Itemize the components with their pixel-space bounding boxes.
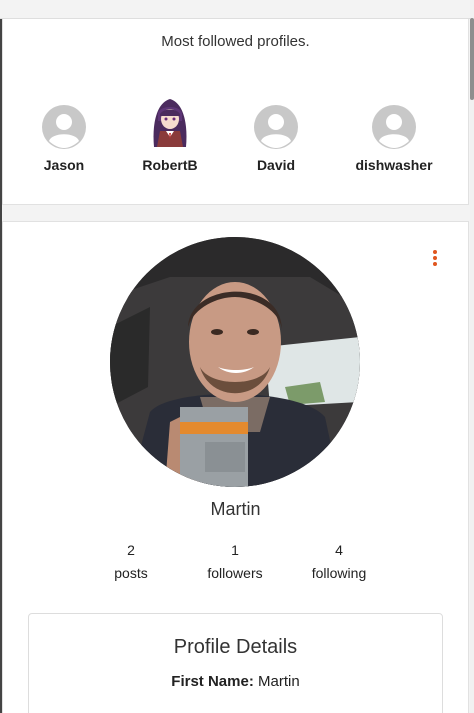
followed-profile-robertb[interactable]: RobertB bbox=[120, 99, 220, 173]
scrollbar-track[interactable] bbox=[470, 0, 474, 713]
followed-profile-david[interactable]: David bbox=[226, 105, 326, 173]
profile-card: Martin 2 posts 1 followers 4 following P… bbox=[2, 221, 469, 713]
more-vertical-icon[interactable] bbox=[432, 250, 438, 266]
top-strip bbox=[0, 0, 470, 19]
stat-label: followers bbox=[207, 565, 263, 581]
default-user-icon bbox=[372, 105, 416, 149]
default-user-icon bbox=[254, 105, 298, 149]
profile-photo bbox=[110, 237, 360, 487]
stat-value: 4 bbox=[335, 542, 343, 558]
profile-name: Martin bbox=[210, 499, 261, 519]
most-followed-title: Most followed profiles. bbox=[161, 33, 310, 50]
page: Most followed profiles. Jason RobertB Da… bbox=[0, 0, 474, 713]
stat-followers[interactable]: 1 followers bbox=[190, 539, 280, 585]
stat-value: 2 bbox=[127, 542, 135, 558]
profile-details-title: Profile Details bbox=[173, 636, 298, 658]
stat-posts[interactable]: 2 posts bbox=[86, 539, 176, 585]
followed-profile-dishwasher[interactable]: dishwasher bbox=[344, 105, 444, 173]
followed-profile-name: David bbox=[256, 157, 296, 173]
menu-dot bbox=[433, 250, 437, 254]
first-name-row: First Name: Martin bbox=[29, 673, 442, 690]
stat-value: 1 bbox=[231, 542, 239, 558]
stat-label: following bbox=[311, 565, 367, 581]
followed-profile-name: RobertB bbox=[142, 157, 198, 173]
stat-following[interactable]: 4 following bbox=[294, 539, 384, 585]
followed-profile-name: dishwasher bbox=[355, 157, 433, 173]
menu-dot bbox=[433, 262, 437, 266]
stat-label: posts bbox=[114, 565, 148, 581]
followed-profile-jason[interactable]: Jason bbox=[14, 105, 114, 173]
most-followed-card: Most followed profiles. Jason RobertB Da… bbox=[2, 19, 469, 205]
first-name-value: Martin bbox=[258, 673, 300, 690]
profile-avatar[interactable] bbox=[110, 237, 360, 487]
default-user-icon bbox=[42, 105, 86, 149]
scrollbar-thumb[interactable] bbox=[470, 18, 474, 100]
profile-details-panel: Profile Details First Name: Martin bbox=[28, 613, 443, 713]
first-name-label: First Name: bbox=[171, 673, 254, 690]
anime-character-avatar bbox=[146, 95, 194, 149]
menu-dot bbox=[433, 256, 437, 260]
followed-profile-name: Jason bbox=[43, 157, 85, 173]
